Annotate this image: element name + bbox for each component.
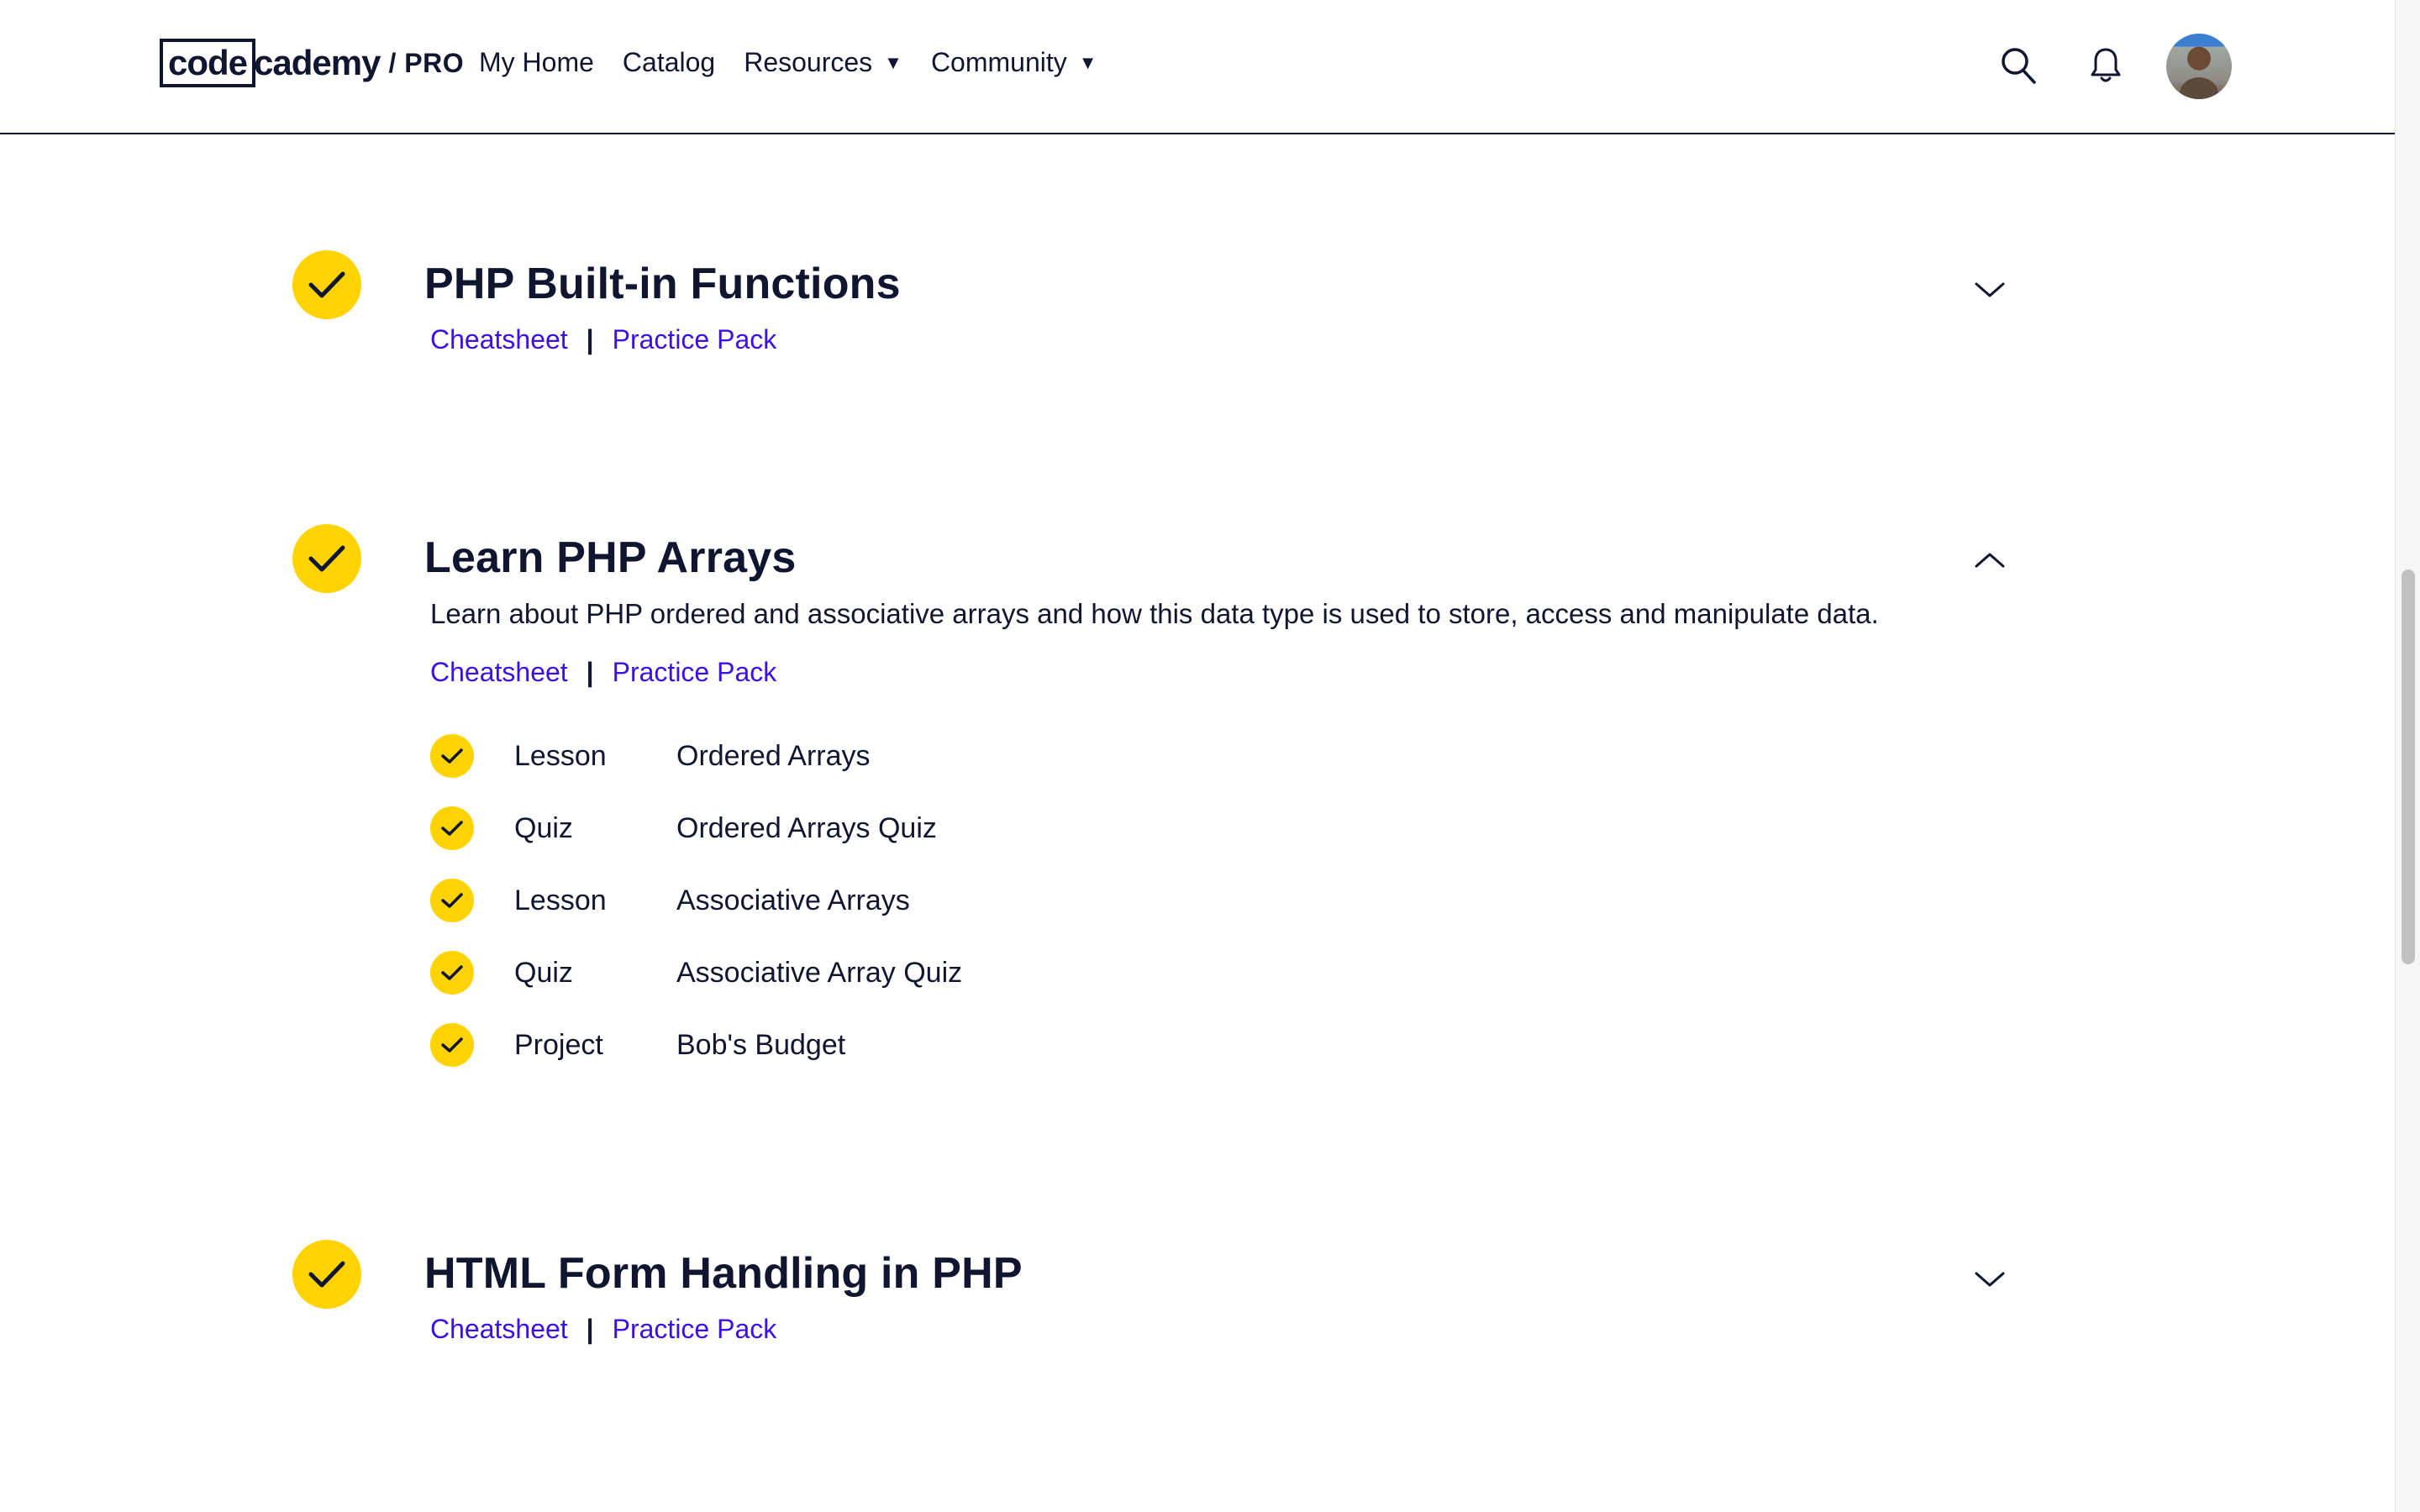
nav-catalog-label: Catalog (622, 47, 716, 77)
content-item-type: Quiz (514, 956, 573, 989)
completed-check-icon (430, 1023, 474, 1067)
content-item-name[interactable]: Associative Array Quiz (676, 957, 962, 990)
nav-catalog[interactable]: Catalog (623, 47, 715, 78)
completed-check-icon (430, 879, 474, 922)
search-button[interactable] (1998, 44, 2039, 87)
nav-my-home-label: My Home (479, 47, 594, 77)
completed-check-icon (292, 1240, 361, 1309)
completed-check-icon (292, 524, 361, 593)
collapse-chevron-button[interactable] (1971, 548, 2008, 573)
content-item-row[interactable]: Lesson Associative Arrays (430, 879, 910, 922)
content-item-row[interactable]: Quiz Associative Array Quiz (430, 951, 962, 995)
caret-down-icon: ▼ (1078, 51, 1097, 73)
content-item-name[interactable]: Ordered Arrays (676, 740, 871, 773)
expand-chevron-button[interactable] (1971, 277, 2008, 302)
content-item-row[interactable]: Lesson Ordered Arrays (430, 734, 871, 778)
practice-pack-link[interactable]: Practice Pack (613, 657, 777, 688)
module-title[interactable]: PHP Built-in Functions (424, 259, 901, 309)
top-navigation-bar: code cademy / PRO My Home Catalog Resour… (0, 0, 2395, 134)
logo-wordmark: cademy (254, 43, 381, 82)
module-title[interactable]: Learn PHP Arrays (424, 533, 797, 583)
practice-pack-link[interactable]: Practice Pack (613, 324, 777, 355)
content-item-row[interactable]: Quiz Ordered Arrays Quiz (430, 806, 937, 850)
content-item-type: Lesson (514, 884, 607, 916)
nav-community-dropdown[interactable]: Community ▼ (931, 47, 1097, 78)
logo-code-box: code (160, 39, 256, 87)
content-item-name[interactable]: Associative Arrays (676, 885, 910, 917)
module-description: Learn about PHP ordered and associative … (430, 598, 1879, 629)
nav-my-home[interactable]: My Home (479, 47, 594, 78)
logo-pro-label: / PRO (388, 48, 465, 78)
content-item-type: Project (514, 1028, 603, 1061)
scrollbar-thumb[interactable] (2402, 570, 2415, 964)
link-separator: | (586, 657, 594, 687)
module-resource-links: Cheatsheet | Practice Pack (430, 657, 776, 688)
nav-resources-label: Resources (744, 47, 873, 77)
content-item-row[interactable]: Project Bob's Budget (430, 1023, 845, 1067)
notifications-button[interactable] (2086, 44, 2126, 87)
practice-pack-link[interactable]: Practice Pack (613, 1314, 777, 1345)
codecademy-pro-logo[interactable]: code cademy / PRO (160, 39, 464, 87)
chevron-down-icon (1975, 1272, 2005, 1287)
bell-icon (2091, 48, 2121, 82)
avatar-silhouette (2180, 77, 2218, 99)
content-item-name[interactable]: Ordered Arrays Quiz (676, 812, 937, 845)
link-separator: | (586, 1314, 594, 1344)
completed-check-icon (430, 734, 474, 778)
caret-down-icon: ▼ (884, 51, 902, 73)
content-item-name[interactable]: Bob's Budget (676, 1029, 845, 1062)
module-title[interactable]: HTML Form Handling in PHP (424, 1248, 1023, 1299)
user-avatar[interactable] (2166, 34, 2232, 99)
cheatsheet-link[interactable]: Cheatsheet (430, 324, 568, 355)
expand-chevron-button[interactable] (1971, 1267, 2008, 1292)
module-resource-links: Cheatsheet | Practice Pack (430, 1314, 776, 1345)
link-separator: | (586, 324, 594, 354)
completed-check-icon (430, 951, 474, 995)
chevron-up-icon (1975, 553, 2005, 568)
module-resource-links: Cheatsheet | Practice Pack (430, 324, 776, 355)
page-scrollbar[interactable] (2395, 0, 2420, 1512)
search-icon (2002, 48, 2036, 84)
content-item-type: Lesson (514, 739, 607, 772)
content-item-type: Quiz (514, 811, 573, 844)
cheatsheet-link[interactable]: Cheatsheet (430, 1314, 568, 1345)
nav-resources-dropdown[interactable]: Resources ▼ (744, 47, 902, 78)
main-nav: My Home Catalog Resources ▼ Community ▼ (479, 47, 1126, 78)
nav-community-label: Community (930, 47, 1067, 77)
completed-check-icon (292, 250, 361, 319)
cheatsheet-link[interactable]: Cheatsheet (430, 657, 568, 688)
completed-check-icon (430, 806, 474, 850)
chevron-down-icon (1975, 282, 2005, 297)
